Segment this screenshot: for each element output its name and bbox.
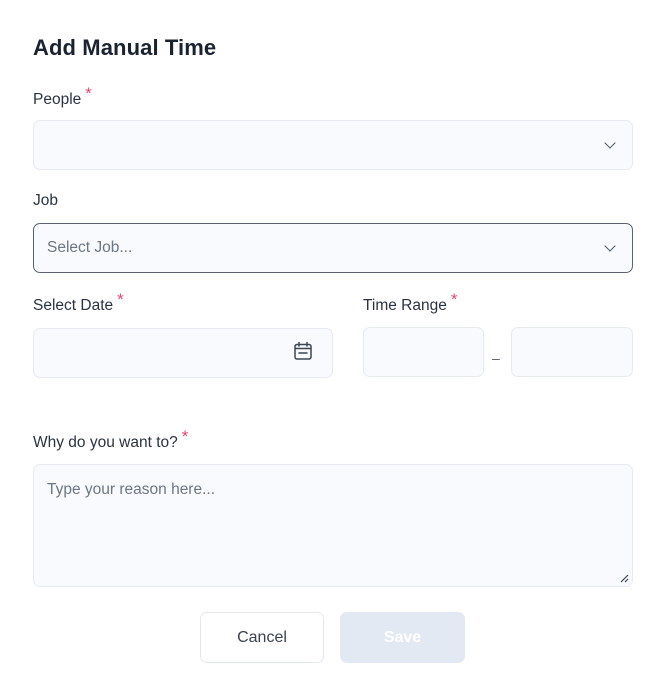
- time-start-input[interactable]: [363, 327, 484, 377]
- date-label: Select Date *: [33, 290, 124, 315]
- modal-title: Add Manual Time: [33, 35, 217, 60]
- job-label: Job: [33, 192, 58, 210]
- people-label-text: People: [33, 91, 82, 108]
- date-label-text: Select Date: [33, 297, 114, 314]
- time-end-input[interactable]: [511, 327, 633, 377]
- date-picker[interactable]: [33, 328, 333, 378]
- time-range-separator: –: [492, 350, 500, 366]
- required-mark: *: [450, 290, 458, 309]
- calendar-icon[interactable]: [293, 341, 313, 361]
- time-range-label-text: Time Range: [363, 297, 447, 314]
- job-select[interactable]: Select Job...: [33, 223, 633, 273]
- required-mark: *: [181, 427, 189, 446]
- reason-label: Why do you want to? *: [33, 427, 188, 452]
- job-select-placeholder: Select Job...: [47, 239, 133, 256]
- chevron-down-icon: [604, 240, 616, 252]
- people-label: People *: [33, 84, 92, 109]
- required-mark: *: [85, 84, 92, 103]
- resize-grip-icon[interactable]: [619, 573, 629, 583]
- required-mark: *: [117, 290, 124, 309]
- reason-textarea[interactable]: [33, 464, 633, 587]
- reason-label-text: Why do you want to?: [33, 434, 178, 451]
- chevron-down-icon: [604, 137, 616, 149]
- cancel-button[interactable]: Cancel: [200, 612, 324, 663]
- people-select[interactable]: [33, 120, 633, 170]
- job-label-text: Job: [33, 192, 58, 209]
- save-button[interactable]: Save: [340, 612, 465, 663]
- time-range-label: Time Range *: [363, 290, 457, 315]
